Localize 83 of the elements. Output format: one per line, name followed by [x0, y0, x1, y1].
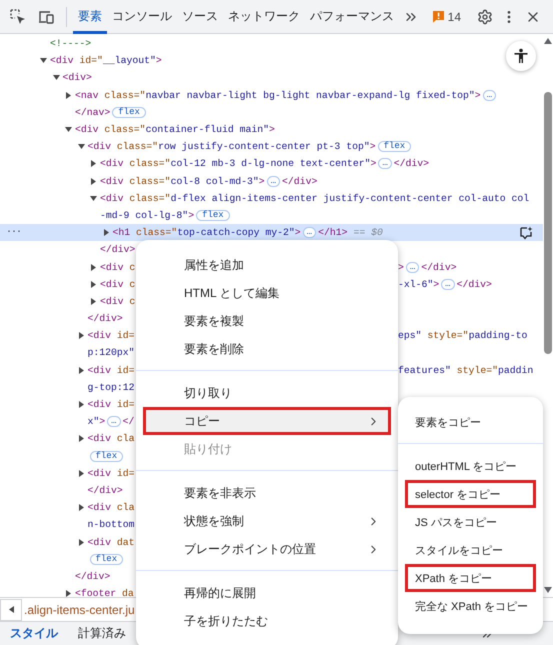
code-text: cla	[116, 433, 135, 444]
code-text: <div	[100, 262, 125, 273]
code-text: <div	[88, 141, 112, 152]
code-text: >	[156, 55, 162, 66]
code-text: </div>	[421, 262, 457, 273]
code-text: >	[258, 176, 265, 187]
code-text: class="	[129, 176, 171, 187]
code-text: <div	[50, 55, 75, 66]
code-text: <h1	[112, 227, 132, 238]
code-text: >	[398, 262, 404, 273]
code-text: <div	[100, 158, 125, 170]
code-text: col-8 col-md-3"	[170, 176, 259, 187]
code-text: <div	[100, 192, 125, 204]
code-text: class="	[129, 192, 171, 204]
code-text: <nav	[75, 90, 100, 101]
code-text: >	[188, 210, 194, 221]
code-text: p:120px"	[88, 347, 135, 358]
code-text: c	[129, 278, 136, 290]
code-text: c	[129, 262, 136, 273]
code-text: </div>	[282, 176, 318, 187]
code-text: col-12 mb-3 d-lg-none text-center"	[170, 158, 370, 170]
code-text: </div>	[75, 570, 110, 582]
code-text: <div>	[62, 72, 92, 84]
code-text: id=	[116, 364, 135, 376]
code-text: </div>	[456, 278, 492, 290]
code-text: >	[294, 227, 301, 238]
code-text: >	[370, 158, 376, 170]
code-text: g-top:12	[88, 382, 135, 393]
code-text: da	[122, 588, 134, 597]
code-text: </	[122, 416, 134, 428]
code-text: <div	[88, 364, 112, 376]
code-text: row justify-content-center pt-3 top"	[158, 141, 370, 152]
code-text: style="	[456, 364, 498, 376]
code-text: paddin	[498, 364, 534, 376]
code-text: <!---->	[50, 38, 92, 50]
code-text: style="	[426, 330, 469, 342]
code-text: dat	[116, 536, 135, 548]
code-text: >	[474, 90, 481, 101]
code-text: id="	[79, 55, 103, 66]
code-text: navbar navbar-light bg-light navbar-expand-lg fixed-top"	[146, 90, 475, 101]
code-text: class="	[129, 158, 171, 170]
code-text: top-catch-copy my-2"	[177, 227, 295, 238]
code-text: </div>	[88, 313, 123, 324]
code-text: -xl-6"	[398, 278, 434, 290]
code-text: <div	[100, 176, 125, 187]
code-text: c	[129, 296, 136, 307]
code-text: </nav>	[75, 106, 110, 118]
code-text: cla	[116, 502, 135, 514]
code-text: class="	[116, 141, 158, 152]
code-text: id=	[116, 330, 135, 342]
code-text: n-bottom	[88, 519, 135, 530]
code-text: >	[269, 124, 275, 136]
code-text: class="	[136, 227, 178, 238]
code-text: <footer	[75, 588, 118, 597]
code-text: d-flex align-items-center justify-content-center col-auto col	[170, 192, 530, 204]
code-text: <div	[88, 330, 112, 342]
code-text: >	[370, 141, 376, 152]
code-text: >	[433, 278, 440, 290]
code-text: class="	[104, 90, 146, 101]
code-text: features"	[398, 364, 451, 376]
code-text: </h1>	[318, 227, 348, 238]
code-text: -md-9 col-lg-8"	[100, 210, 188, 221]
code-text: eps"	[398, 330, 422, 342]
code-text: <div	[100, 296, 125, 307]
code-text: <div	[75, 124, 100, 136]
code-text: </div>	[88, 484, 123, 496]
code-text: </div>	[100, 244, 136, 256]
code-text: >	[99, 416, 106, 428]
code-text: id=	[116, 399, 135, 410]
code-text: <div	[88, 433, 112, 444]
code-text: <div	[88, 502, 112, 514]
code-text: class="	[104, 124, 146, 136]
code-text: x"	[88, 416, 100, 428]
code-text: <div	[88, 536, 112, 548]
code-text: container-fluid main"	[146, 124, 270, 136]
code-text: <div	[100, 278, 125, 290]
code-text: padding-to	[468, 330, 528, 342]
code-text: <div	[88, 468, 112, 479]
console-reference: == $0	[353, 227, 383, 238]
code-text: </div>	[394, 158, 430, 170]
code-text: <div	[88, 399, 112, 410]
code-text: __layout"	[102, 55, 156, 66]
code-text: id=	[116, 468, 135, 479]
